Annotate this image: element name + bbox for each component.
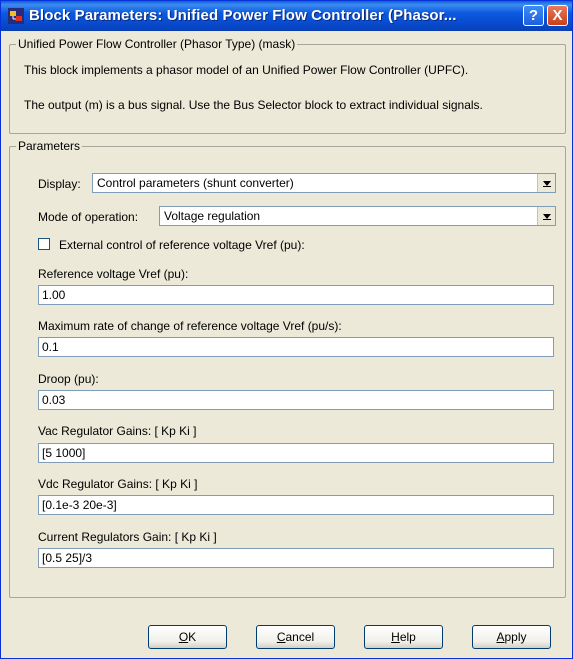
apply-button[interactable]: Apply bbox=[472, 625, 551, 649]
current-gains-field[interactable] bbox=[38, 548, 554, 568]
vdc-gains-field[interactable] bbox=[38, 495, 554, 515]
mode-dropdown[interactable]: Voltage regulation bbox=[159, 206, 556, 226]
help-mnemonic: H bbox=[391, 630, 400, 644]
window-title: Block Parameters: Unified Power Flow Con… bbox=[29, 7, 457, 24]
mode-label: Mode of operation: bbox=[38, 210, 139, 224]
mask-description-line2: The output (m) is a bus signal. Use the … bbox=[24, 98, 483, 112]
chevron-down-icon[interactable] bbox=[537, 174, 555, 192]
mode-value: Voltage regulation bbox=[164, 209, 261, 223]
close-icon[interactable]: X bbox=[547, 5, 568, 26]
current-gains-label: Current Regulators Gain: [ Kp Ki ] bbox=[38, 530, 217, 544]
close-glyph: X bbox=[552, 7, 563, 24]
simulink-block-icon bbox=[8, 8, 24, 24]
vref-field[interactable] bbox=[38, 285, 554, 305]
dialog-window: Block Parameters: Unified Power Flow Con… bbox=[0, 0, 573, 659]
display-value: Control parameters (shunt converter) bbox=[97, 176, 294, 190]
help-glyph: ? bbox=[528, 7, 539, 24]
vref-rate-field[interactable] bbox=[38, 337, 554, 357]
display-label: Display: bbox=[38, 177, 81, 191]
ok-mnemonic: O bbox=[178, 630, 189, 644]
chevron-down-icon[interactable] bbox=[537, 207, 555, 225]
vref-label: Reference voltage Vref (pu): bbox=[38, 267, 189, 281]
mask-description-group: Unified Power Flow Controller (Phasor Ty… bbox=[9, 37, 566, 134]
droop-field[interactable] bbox=[38, 390, 554, 410]
droop-label: Droop (pu): bbox=[38, 372, 99, 386]
mask-description-line1: This block implements a phasor model of … bbox=[24, 63, 469, 77]
title-bar[interactable]: Block Parameters: Unified Power Flow Con… bbox=[1, 1, 572, 31]
vac-gains-field[interactable] bbox=[38, 443, 554, 463]
display-dropdown[interactable]: Control parameters (shunt converter) bbox=[92, 173, 556, 193]
help-icon[interactable]: ? bbox=[523, 5, 544, 26]
apply-label-rest: pply bbox=[504, 630, 527, 644]
external-control-label: External control of reference voltage Vr… bbox=[59, 238, 305, 252]
vdc-gains-label: Vdc Regulator Gains: [ Kp Ki ] bbox=[38, 477, 198, 491]
ok-button[interactable]: OK bbox=[148, 625, 227, 649]
parameters-legend: Parameters bbox=[16, 139, 83, 153]
external-control-checkbox[interactable] bbox=[38, 238, 50, 250]
vac-gains-label: Vac Regulator Gains: [ Kp Ki ] bbox=[38, 424, 197, 438]
cancel-button[interactable]: Cancel bbox=[256, 625, 335, 649]
apply-mnemonic: A bbox=[496, 630, 505, 644]
vref-rate-label: Maximum rate of change of reference volt… bbox=[38, 319, 342, 333]
help-label-rest: elp bbox=[399, 630, 416, 644]
ok-label-rest: K bbox=[188, 630, 197, 644]
help-button[interactable]: Help bbox=[364, 625, 443, 649]
cancel-label-rest: ancel bbox=[285, 630, 315, 644]
mask-legend: Unified Power Flow Controller (Phasor Ty… bbox=[16, 37, 298, 51]
